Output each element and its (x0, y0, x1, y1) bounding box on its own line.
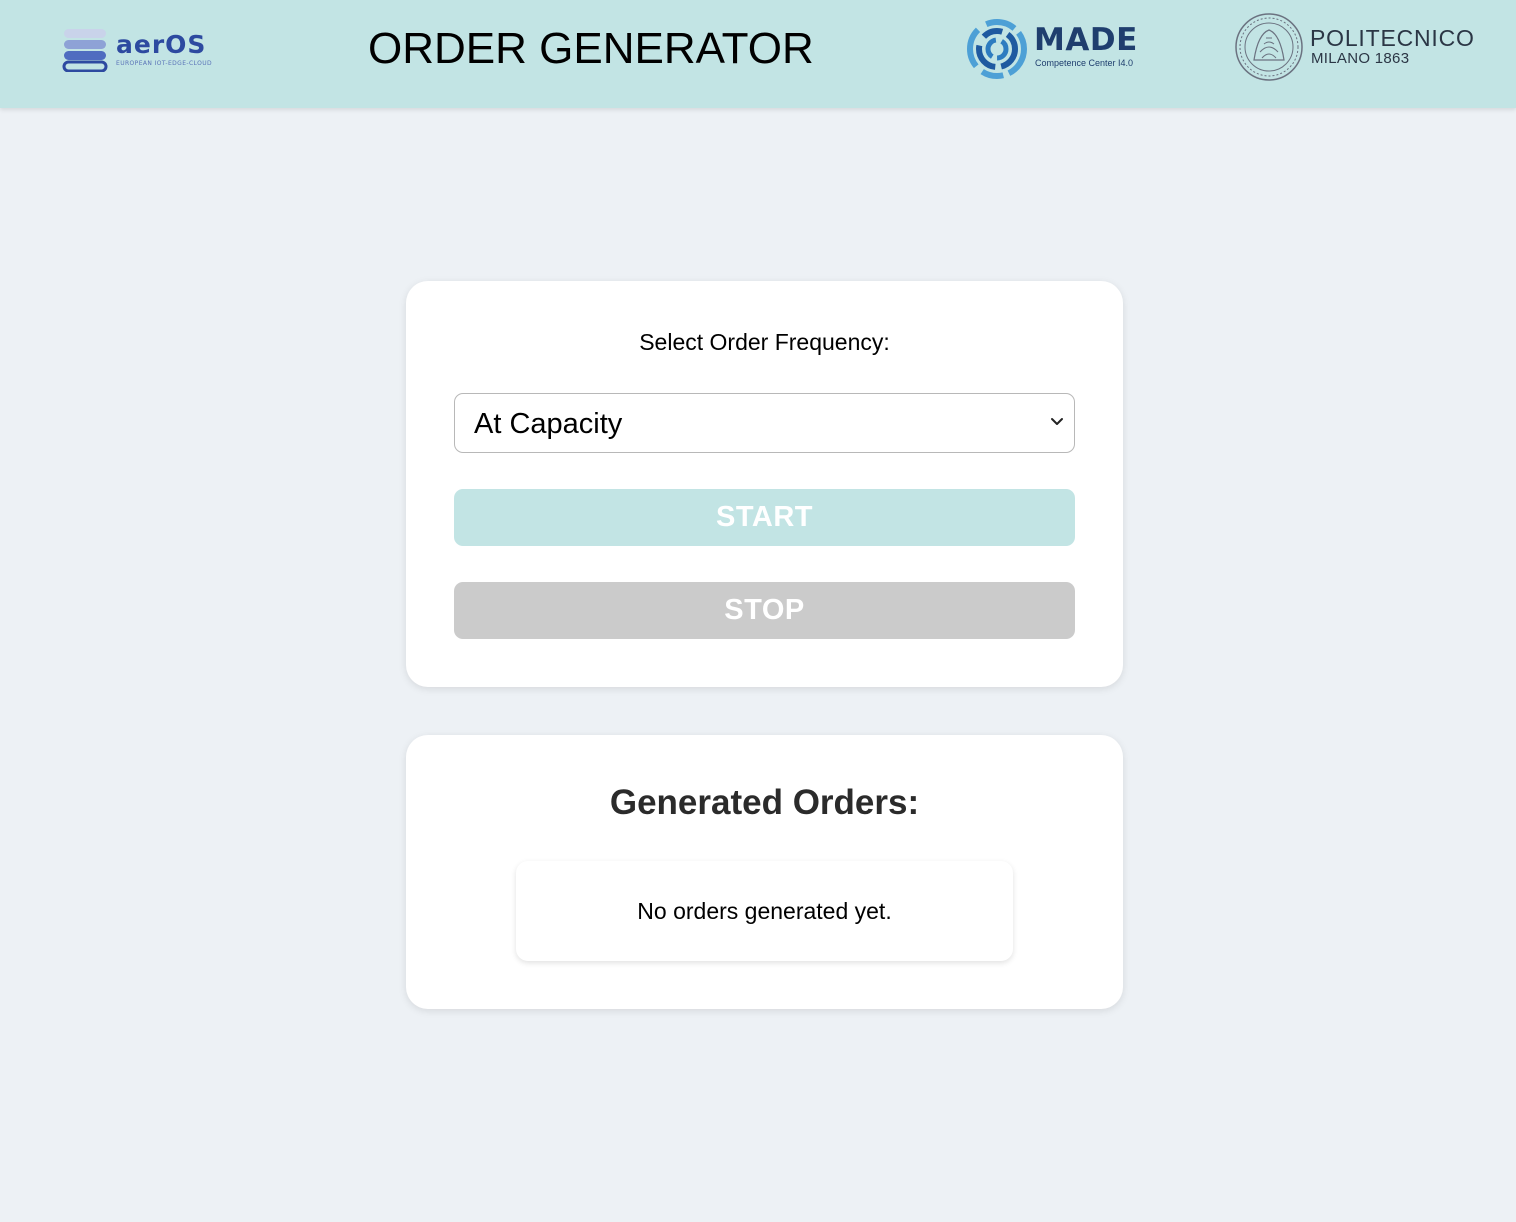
aeros-wordmark: aerOS (116, 30, 207, 59)
made-logo: MADE Competence Center I4.0 (966, 16, 1142, 82)
made-wordmark: MADE (1034, 22, 1138, 58)
aeros-tagline: EUROPEAN IOT-EDGE-CLOUD (116, 60, 213, 67)
polimi-seal-icon (1235, 13, 1303, 81)
polimi-logo: POLITECNICO MILANO 1863 (1234, 12, 1474, 84)
frequency-label: Select Order Frequency: (639, 329, 890, 355)
control-card: Select Order Frequency: At Capacity STAR… (406, 281, 1123, 687)
made-tagline: Competence Center I4.0 (1035, 58, 1134, 68)
orders-title: Generated Orders: (609, 783, 920, 822)
orders-empty-message: No orders generated yet. (516, 861, 1013, 961)
start-button[interactable]: START (454, 489, 1075, 546)
page-title: ORDER GENERATOR (368, 24, 814, 73)
stop-button[interactable]: STOP (454, 582, 1075, 639)
polimi-subtitle: MILANO 1863 (1311, 50, 1410, 67)
chevron-down-icon (1051, 418, 1063, 425)
made-ring-icon (967, 19, 1027, 79)
aeros-logo: aerOS EUROPEAN IOT-EDGE-CLOUD (62, 28, 214, 72)
app-header: aerOS EUROPEAN IOT-EDGE-CLOUD ORDER GENE… (0, 0, 1516, 108)
aeros-stack-icon (62, 29, 108, 72)
orders-card: Generated Orders: No orders generated ye… (406, 735, 1123, 1009)
frequency-selected-value: At Capacity (474, 408, 623, 440)
frequency-select[interactable]: At Capacity (454, 393, 1075, 453)
polimi-wordmark: POLITECNICO (1310, 25, 1475, 51)
